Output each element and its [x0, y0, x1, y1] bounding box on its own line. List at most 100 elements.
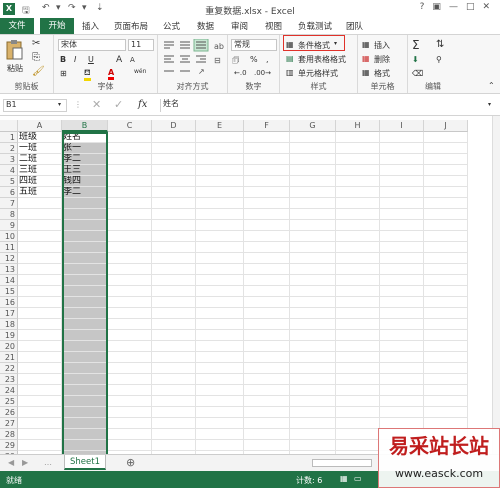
cell-F27[interactable]	[244, 418, 290, 429]
cell-F24[interactable]	[244, 385, 290, 396]
cell-F16[interactable]	[244, 297, 290, 308]
column-header-C[interactable]: C	[108, 120, 152, 132]
cell-G26[interactable]	[290, 407, 336, 418]
row-header-13[interactable]: 13	[0, 264, 18, 275]
cell-D19[interactable]	[152, 330, 196, 341]
grow-font-button[interactable]: A	[116, 55, 122, 65]
cell-A17[interactable]	[18, 308, 62, 319]
cell-C19[interactable]	[108, 330, 152, 341]
row-header-20[interactable]: 20	[0, 341, 18, 352]
row-header-2[interactable]: 2	[0, 143, 18, 154]
tab-insert[interactable]: 插入	[82, 20, 99, 32]
cell-D1[interactable]	[152, 132, 196, 143]
cell-I14[interactable]	[380, 275, 424, 286]
percent-button[interactable]: %	[250, 55, 258, 64]
cell-D23[interactable]	[152, 374, 196, 385]
cell-H11[interactable]	[336, 242, 380, 253]
tab-team[interactable]: 团队	[346, 20, 363, 32]
cell-B6[interactable]: 李二	[62, 187, 108, 198]
cell-A27[interactable]	[18, 418, 62, 429]
row-header-3[interactable]: 3	[0, 154, 18, 165]
row-header-10[interactable]: 10	[0, 231, 18, 242]
row-header-9[interactable]: 9	[0, 220, 18, 231]
cell-A20[interactable]	[18, 341, 62, 352]
cell-B29[interactable]	[62, 440, 108, 451]
cell-F9[interactable]	[244, 220, 290, 231]
cell-G9[interactable]	[290, 220, 336, 231]
cell-D21[interactable]	[152, 352, 196, 363]
cell-G21[interactable]	[290, 352, 336, 363]
tab-formulas[interactable]: 公式	[163, 20, 180, 32]
cell-H5[interactable]	[336, 176, 380, 187]
cell-E25[interactable]	[196, 396, 244, 407]
cell-G3[interactable]	[290, 154, 336, 165]
cell-H10[interactable]	[336, 231, 380, 242]
cell-G4[interactable]	[290, 165, 336, 176]
cell-D10[interactable]	[152, 231, 196, 242]
cell-E29[interactable]	[196, 440, 244, 451]
cell-A23[interactable]	[18, 374, 62, 385]
cell-G10[interactable]	[290, 231, 336, 242]
cell-C14[interactable]	[108, 275, 152, 286]
cell-H28[interactable]	[336, 429, 380, 440]
formula-input[interactable]: 姓名	[160, 99, 490, 112]
cell-D22[interactable]	[152, 363, 196, 374]
cell-A5[interactable]: 四班	[18, 176, 62, 187]
cell-F6[interactable]	[244, 187, 290, 198]
fill-icon[interactable]: ⬇	[412, 55, 419, 64]
cell-F1[interactable]	[244, 132, 290, 143]
cell-J8[interactable]	[424, 209, 468, 220]
cell-G7[interactable]	[290, 198, 336, 209]
sheet-tab-sheet1[interactable]: Sheet1	[64, 455, 106, 470]
cell-A3[interactable]: 二班	[18, 154, 62, 165]
clear-icon[interactable]: ⌫	[412, 69, 423, 78]
page-layout-view-icon[interactable]: ▭	[354, 474, 362, 483]
cell-B10[interactable]	[62, 231, 108, 242]
cell-C28[interactable]	[108, 429, 152, 440]
cell-I19[interactable]	[380, 330, 424, 341]
cell-J10[interactable]	[424, 231, 468, 242]
cell-J12[interactable]	[424, 253, 468, 264]
sheet-next-icon[interactable]: ▶	[22, 458, 28, 467]
cell-D9[interactable]	[152, 220, 196, 231]
confirm-entry-icon[interactable]: ✓	[114, 98, 123, 111]
cell-J15[interactable]	[424, 286, 468, 297]
cell-F3[interactable]	[244, 154, 290, 165]
cell-I5[interactable]	[380, 176, 424, 187]
cell-E11[interactable]	[196, 242, 244, 253]
cell-D5[interactable]	[152, 176, 196, 187]
cell-E9[interactable]	[196, 220, 244, 231]
cell-E16[interactable]	[196, 297, 244, 308]
cell-A7[interactable]	[18, 198, 62, 209]
cell-D6[interactable]	[152, 187, 196, 198]
cell-D8[interactable]	[152, 209, 196, 220]
cell-F15[interactable]	[244, 286, 290, 297]
cell-A14[interactable]	[18, 275, 62, 286]
cell-J24[interactable]	[424, 385, 468, 396]
cell-B25[interactable]	[62, 396, 108, 407]
cell-G25[interactable]	[290, 396, 336, 407]
cell-A29[interactable]	[18, 440, 62, 451]
cell-F7[interactable]	[244, 198, 290, 209]
cell-A12[interactable]	[18, 253, 62, 264]
cell-F28[interactable]	[244, 429, 290, 440]
cell-I13[interactable]	[380, 264, 424, 275]
cell-F25[interactable]	[244, 396, 290, 407]
format-cells-button[interactable]: 格式	[374, 68, 390, 79]
cell-D3[interactable]	[152, 154, 196, 165]
delete-cells-button[interactable]: 删除	[374, 54, 390, 65]
cell-C8[interactable]	[108, 209, 152, 220]
increase-decimal-icon[interactable]: ←.0	[234, 69, 247, 77]
cell-H26[interactable]	[336, 407, 380, 418]
cell-E3[interactable]	[196, 154, 244, 165]
cell-E28[interactable]	[196, 429, 244, 440]
comma-button[interactable]: ,	[266, 55, 269, 64]
close-icon[interactable]: ✕	[482, 2, 498, 12]
alignment-buttons-icon[interactable]: ab ⊟ ↗	[162, 39, 226, 81]
cell-J2[interactable]	[424, 143, 468, 154]
fill-color-icon[interactable]: ⛾	[84, 68, 91, 81]
cell-C29[interactable]	[108, 440, 152, 451]
cell-C21[interactable]	[108, 352, 152, 363]
cell-E27[interactable]	[196, 418, 244, 429]
cell-H25[interactable]	[336, 396, 380, 407]
